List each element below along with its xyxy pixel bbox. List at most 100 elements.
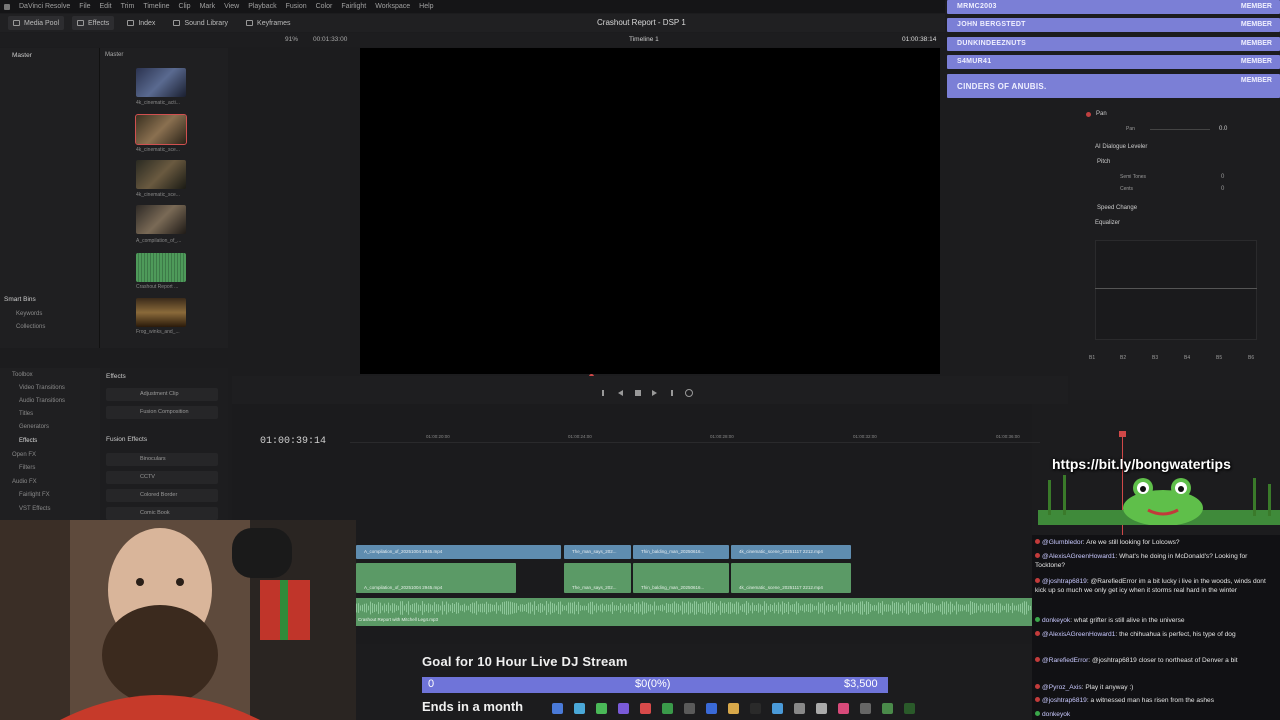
app-icon[interactable] [882, 702, 893, 714]
semitones-value[interactable]: 0 [1221, 174, 1224, 180]
jump-start-icon[interactable] [602, 390, 608, 396]
keyframes-button[interactable]: Keyframes [241, 16, 295, 30]
smart-bin-collections[interactable]: Collections [16, 324, 45, 330]
menu-fusion[interactable]: Fusion [286, 3, 307, 10]
effect-binoculars[interactable]: Binoculars [106, 453, 218, 466]
toolbox-video-transitions[interactable]: Video Transitions [19, 385, 65, 391]
clip-thumbnail[interactable] [136, 160, 186, 189]
speed-change-header[interactable]: Speed Change [1097, 205, 1137, 211]
word-icon[interactable] [706, 702, 717, 714]
effect-adjustment-clip[interactable]: Adjustment Clip [106, 388, 218, 401]
toolbox-vst-effects[interactable]: VST Effects [19, 506, 50, 512]
toolbox-filters[interactable]: Filters [19, 465, 35, 471]
file-explorer-icon[interactable] [552, 702, 563, 714]
app-icon[interactable] [860, 702, 871, 714]
eq-band[interactable]: B1 [1089, 355, 1095, 361]
excel-icon[interactable] [662, 702, 673, 714]
toolbox-audio-fx[interactable]: Audio FX [12, 479, 37, 485]
effect-comic-book[interactable]: Comic Book [106, 507, 218, 520]
menu-playback[interactable]: Playback [248, 3, 276, 10]
app-icon[interactable] [816, 702, 827, 714]
toolbox-generators[interactable]: Generators [19, 424, 49, 430]
toolbox-titles[interactable]: Titles [19, 411, 33, 417]
effect-cctv[interactable]: CCTV [106, 471, 218, 484]
menu-edit[interactable]: Edit [100, 3, 112, 10]
resolve-taskbar-icon[interactable] [750, 702, 761, 714]
menu-workspace[interactable]: Workspace [375, 3, 410, 10]
pitch-header[interactable]: Pitch [1097, 159, 1110, 165]
toolbox-fairlight-fx[interactable]: Fairlight FX [19, 492, 50, 498]
play-icon[interactable] [652, 390, 657, 396]
menu-mark[interactable]: Mark [200, 3, 216, 10]
app-icon[interactable] [904, 702, 915, 714]
jump-end-icon[interactable] [667, 390, 673, 396]
timeline-ruler[interactable]: 01:00:20:00 01:00:24:00 01:00:28:00 01:0… [350, 433, 1040, 443]
eq-graph[interactable] [1095, 240, 1257, 340]
menu-file[interactable]: File [79, 3, 90, 10]
audio-clip[interactable]: 4k_cinematic_scene_20251117 2212.mp4 [731, 563, 851, 593]
timeline-name[interactable]: Timeline 1 [629, 36, 659, 43]
audio-clip[interactable]: The_man_says_202... [564, 563, 631, 593]
pan-value[interactable]: 0.0 [1219, 126, 1227, 132]
discord-icon[interactable] [618, 702, 629, 714]
music-audio-track[interactable]: Crashout Report with Mitchell Leg4.mp3 [356, 598, 1032, 626]
audio-clip[interactable]: Thin_balding_man_20250616... [633, 563, 729, 593]
menu-timeline[interactable]: Timeline [143, 3, 169, 10]
menu-color[interactable]: Color [316, 3, 333, 10]
menu-view[interactable]: View [224, 3, 239, 10]
promo-link[interactable]: https://bit.ly/bongwatertips [1052, 456, 1231, 472]
toolbox-audio-transitions[interactable]: Audio Transitions [19, 398, 65, 404]
menu-app[interactable]: DaVinci Resolve [19, 3, 70, 10]
menu-trim[interactable]: Trim [121, 3, 135, 10]
menu-clip[interactable]: Clip [179, 3, 191, 10]
cents-value[interactable]: 0 [1221, 186, 1224, 192]
video-clip[interactable]: The_man_says_202... [564, 545, 631, 559]
app-icon[interactable] [794, 702, 805, 714]
sound-library-button[interactable]: Sound Library [168, 16, 233, 30]
effect-fusion-composition[interactable]: Fusion Composition [106, 406, 218, 419]
audio-clip[interactable]: A_compilation_of_20251004 2945.mp4 [356, 563, 516, 593]
equalizer-header[interactable]: Equalizer [1095, 220, 1120, 226]
zoom-level[interactable]: 91% [285, 36, 298, 43]
index-button[interactable]: Index [122, 16, 160, 30]
smart-bin-keywords[interactable]: Keywords [16, 311, 42, 317]
loop-icon[interactable] [685, 389, 693, 397]
toolbox-openfx[interactable]: Open FX [12, 452, 36, 458]
folder-icon[interactable] [728, 702, 739, 714]
reverse-icon[interactable] [618, 390, 623, 396]
program-viewer[interactable] [360, 48, 940, 374]
pan-slider[interactable] [1150, 129, 1210, 130]
stop-icon[interactable] [635, 390, 641, 396]
toolbox-effects[interactable]: Effects [19, 438, 37, 444]
clip-thumbnail[interactable] [136, 298, 186, 327]
video-clip[interactable]: Thin_balding_man_20250616... [633, 545, 729, 559]
audio-clip-thumbnail[interactable] [136, 253, 186, 282]
effect-colored-border[interactable]: Colored Border [106, 489, 218, 502]
effects-button[interactable]: Effects [72, 16, 115, 30]
menu-help[interactable]: Help [419, 3, 433, 10]
video-clip[interactable]: A_compilation_of_20251004 2945.mp4 [356, 545, 561, 559]
obs-icon[interactable] [640, 702, 651, 714]
eq-band[interactable]: B5 [1216, 355, 1222, 361]
playhead-handle[interactable] [1119, 431, 1126, 437]
clip-thumbnail-selected[interactable] [135, 114, 187, 145]
app-icon[interactable] [838, 702, 849, 714]
menu-fairlight[interactable]: Fairlight [341, 3, 366, 10]
eq-band[interactable]: B2 [1120, 355, 1126, 361]
app-icon[interactable] [772, 702, 783, 714]
clip-thumbnail[interactable] [136, 205, 186, 234]
eq-band[interactable]: B6 [1248, 355, 1254, 361]
chrome-icon[interactable] [596, 702, 607, 714]
pan-enable-icon[interactable] [1086, 112, 1091, 117]
dialogue-leveler-header[interactable]: AI Dialogue Leveler [1095, 144, 1147, 150]
eq-band[interactable]: B3 [1152, 355, 1158, 361]
edge-icon[interactable] [574, 702, 585, 714]
clip-thumbnail[interactable] [136, 68, 186, 97]
media-pool-button[interactable]: Media Pool [8, 16, 65, 30]
toolbox-header[interactable]: Toolbox [12, 372, 33, 378]
bin-master[interactable]: Master [12, 52, 32, 59]
video-clip[interactable]: 4k_cinematic_scene_20251117 2212.mp4 [731, 545, 851, 559]
eq-band[interactable]: B4 [1184, 355, 1190, 361]
settings-icon[interactable] [684, 702, 695, 714]
pan-header[interactable]: Pan [1096, 111, 1107, 117]
